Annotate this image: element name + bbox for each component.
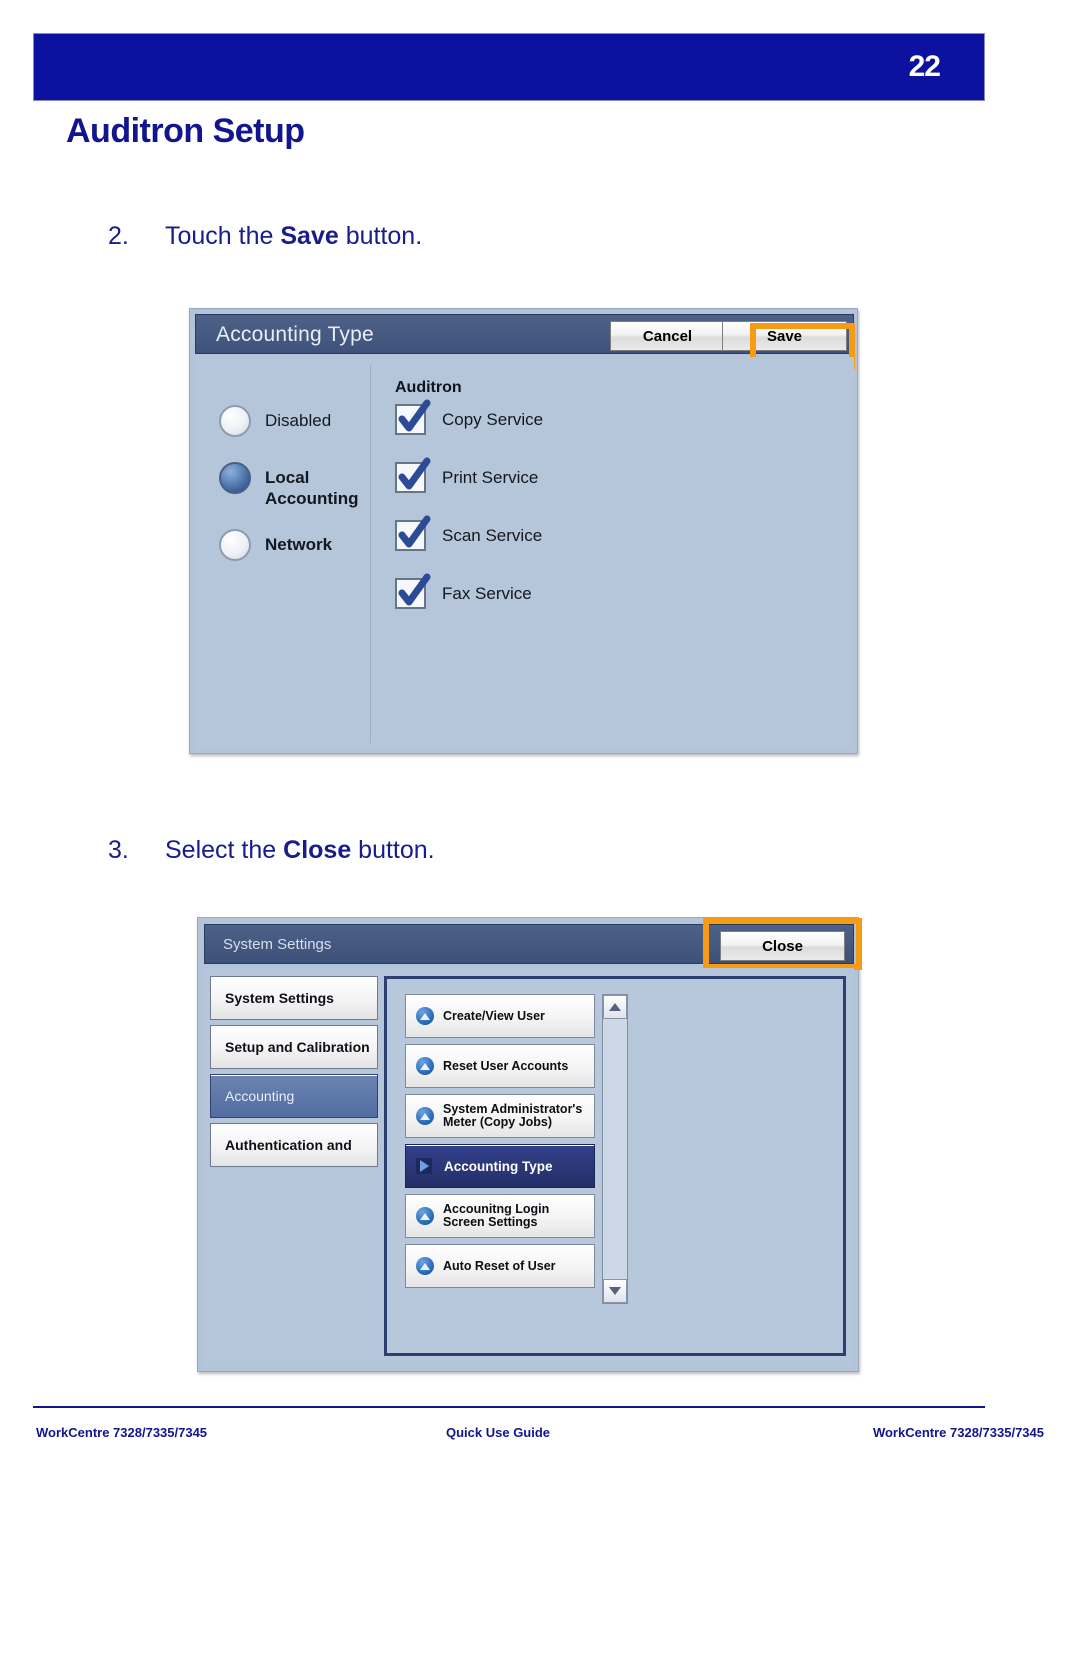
radio-icon-selected [219, 462, 251, 494]
header-band: 22 [33, 33, 985, 101]
accounting-type-body: Disabled Local Accounting Network Auditr… [195, 357, 854, 750]
system-settings-dialog: System Settings Close System Settings Se… [197, 917, 862, 1372]
accounting-type-dialog: Accounting Type Cancel Save Disabled Loc… [189, 308, 858, 754]
checkbox-checked-icon [395, 399, 431, 435]
list-item-label: Auto Reset of User [443, 1258, 556, 1273]
scroll-down-icon[interactable] [603, 1279, 627, 1303]
radio-icon [219, 529, 251, 561]
checkbox-label: Print Service [442, 467, 539, 487]
list-item-accounting-login-screen-settings[interactable]: Accounitng Login Screen Settings [405, 1194, 595, 1238]
scroll-up-icon[interactable] [603, 995, 627, 1019]
radio-label: Local Accounting [265, 468, 359, 508]
radio-icon [219, 405, 251, 437]
close-button[interactable]: Close [720, 931, 845, 961]
arrow-right-icon [416, 1158, 432, 1174]
list-item-label: Accounitng Login Screen Settings [443, 1202, 550, 1229]
list-item-accounting-type[interactable]: Accounting Type [405, 1144, 595, 1188]
footer-left: WorkCentre 7328/7335/7345 [36, 1425, 208, 1440]
tab-accounting[interactable]: Accounting [210, 1074, 378, 1118]
list-item-create-view-user[interactable]: Create/View User [405, 994, 595, 1038]
tab-setup-and-calibration[interactable]: Setup and Calibration [210, 1025, 378, 1069]
radio-option-network[interactable]: Network [219, 529, 332, 561]
page-number: 22 [908, 50, 941, 83]
bullet-icon [416, 1057, 434, 1075]
system-settings-body: System Settings Setup and Calibration Ac… [204, 968, 854, 1367]
list-item-label: Reset User Accounts [443, 1058, 569, 1073]
checkbox-label: Scan Service [442, 525, 543, 545]
step-3-instruction: 3. Select the Close button. [108, 836, 435, 865]
system-settings-titlebar: System Settings Close [204, 924, 854, 964]
list-item-reset-user-accounts[interactable]: Reset User Accounts [405, 1044, 595, 1088]
list-item-auto-reset-of-user[interactable]: Auto Reset of User [405, 1244, 595, 1288]
checkbox-copy-service[interactable]: Copy Service [395, 399, 544, 435]
step-2-bold: Save [280, 222, 339, 250]
bullet-icon [416, 1007, 434, 1025]
bullet-icon [416, 1257, 434, 1275]
accounting-type-title: Accounting Type [216, 323, 374, 346]
checkbox-fax-service[interactable]: Fax Service [395, 573, 532, 609]
list-item-label: Create/View User [443, 1008, 545, 1023]
footer-right: WorkCentre 7328/7335/7345 [872, 1425, 1044, 1440]
step-2-post: button. [338, 222, 423, 250]
step-2-number: 2. [108, 222, 129, 250]
radio-label: Disabled [265, 411, 332, 430]
settings-tab-column: System Settings Setup and Calibration Ac… [210, 976, 378, 1172]
list-item-label: System Administrator's Meter (Copy Jobs) [443, 1102, 583, 1129]
checkbox-label: Fax Service [442, 583, 532, 603]
step-2-instruction: 2. Touch the Save button. [108, 222, 422, 251]
radio-option-disabled[interactable]: Disabled [219, 405, 331, 437]
cancel-button[interactable]: Cancel [610, 321, 725, 351]
radio-option-local-accounting[interactable]: Local Accounting [219, 462, 359, 509]
checkbox-checked-icon [395, 573, 431, 609]
footer-divider [33, 1406, 985, 1408]
vertical-divider [370, 365, 371, 743]
checkbox-scan-service[interactable]: Scan Service [395, 515, 543, 551]
bullet-icon [416, 1207, 434, 1225]
auditron-group-title: Auditron [395, 379, 462, 396]
accounting-type-titlebar: Accounting Type Cancel Save [195, 314, 854, 354]
bullet-icon [416, 1107, 434, 1125]
list-item-label: Accounting Type [444, 1158, 553, 1174]
footer-middle: Quick Use Guide [446, 1425, 551, 1440]
page-title: Auditron Setup [66, 112, 305, 150]
tab-system-settings[interactable]: System Settings [210, 976, 378, 1020]
step-3-post: button. [351, 836, 435, 864]
save-button[interactable]: Save [722, 321, 847, 351]
step-3-pre: Select the [165, 836, 284, 864]
step-3-number: 3. [108, 836, 129, 864]
checkbox-checked-icon [395, 457, 431, 493]
list-scrollbar[interactable] [602, 994, 628, 1304]
list-item-system-administrators-meter[interactable]: System Administrator's Meter (Copy Jobs) [405, 1094, 595, 1138]
accounting-options-list: Create/View User Reset User Accounts Sys… [405, 994, 595, 1304]
system-settings-title: System Settings [223, 936, 332, 953]
tab-authentication-and[interactable]: Authentication and [210, 1123, 378, 1167]
step-2-pre: Touch the [165, 222, 281, 250]
guide-page: 22 Auditron Setup 2. Touch the Save butto… [0, 0, 1080, 1669]
checkbox-checked-icon [395, 515, 431, 551]
step-3-bold: Close [283, 836, 352, 864]
radio-label: Network [265, 535, 333, 554]
checkbox-label: Copy Service [442, 409, 544, 429]
checkbox-print-service[interactable]: Print Service [395, 457, 539, 493]
settings-content-pane: Create/View User Reset User Accounts Sys… [384, 976, 846, 1356]
